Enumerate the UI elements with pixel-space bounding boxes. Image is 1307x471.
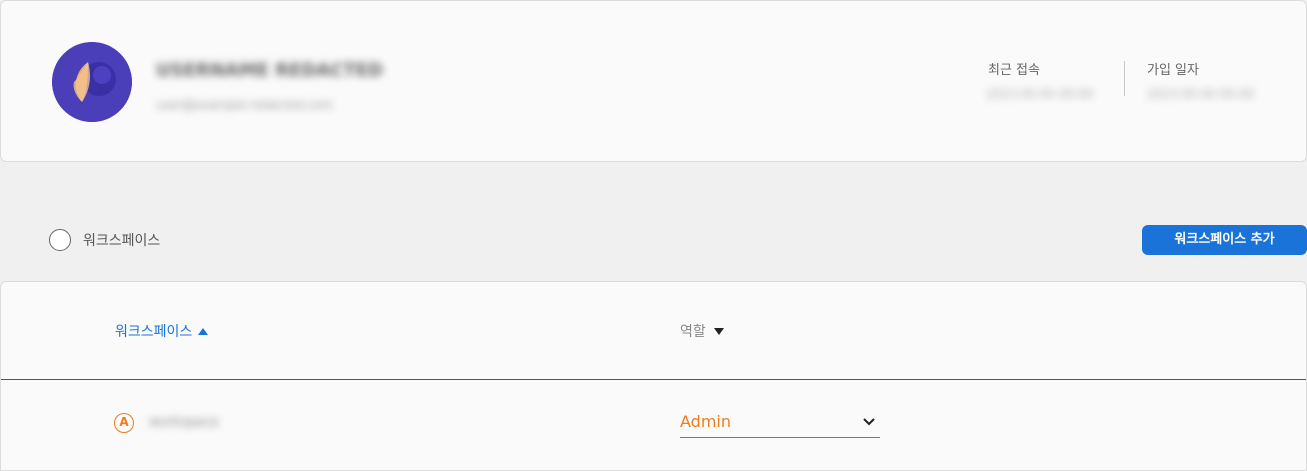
profile-card: USERNAME REDACTED user@example-redacted.…	[0, 0, 1307, 162]
table-row: A workspace Admin	[1, 380, 1306, 471]
column-header-workspace[interactable]: 워크스페이스	[115, 321, 209, 341]
role-select[interactable]: Admin	[680, 406, 880, 438]
column-header-workspace-label: 워크스페이스	[115, 324, 193, 340]
workspace-filter[interactable]: 워크스페이스	[49, 229, 160, 251]
workspace-name[interactable]: workspace	[149, 414, 219, 432]
caret-down-icon	[713, 327, 724, 335]
workspace-filter-radio[interactable]	[49, 229, 71, 251]
chevron-down-icon	[863, 417, 875, 425]
last-login-label: 최근 접속	[988, 63, 1040, 78]
column-header-role-label: 역할	[680, 324, 706, 340]
role-select-value: Admin	[680, 412, 731, 431]
joined-label: 가입 일자	[1147, 63, 1199, 78]
meta-divider	[1124, 61, 1125, 96]
column-header-role[interactable]: 역할	[680, 321, 724, 341]
profile-name: USERNAME REDACTED	[156, 60, 383, 81]
avatar-illustration-icon	[52, 42, 132, 122]
workspace-table: 워크스페이스 역할 A workspace Admin	[0, 281, 1307, 471]
caret-up-icon	[198, 327, 209, 335]
profile-email: user@example-redacted.com	[156, 98, 333, 112]
avatar	[52, 42, 132, 122]
workspace-badge-icon: A	[114, 413, 134, 433]
add-workspace-button[interactable]: 워크스페이스 추가	[1142, 225, 1307, 255]
joined-value: 2023.00.00 00:00	[1147, 87, 1255, 101]
workspace-filter-label: 워크스페이스	[83, 233, 161, 249]
last-login-value: 2023.00.00 00:00	[986, 87, 1094, 101]
